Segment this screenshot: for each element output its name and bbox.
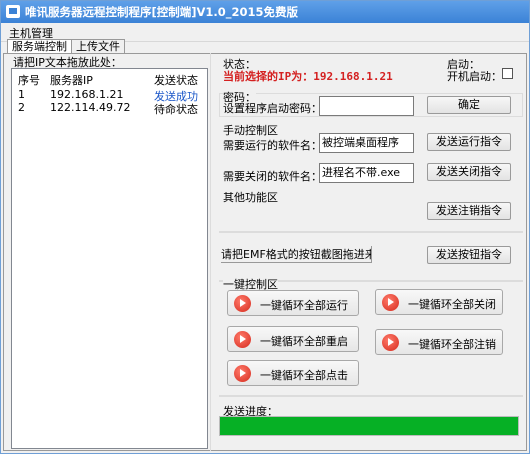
play-icon xyxy=(234,331,251,348)
logout-all-button[interactable]: 一键循环全部注销 xyxy=(375,329,503,355)
send-run-button[interactable]: 发送运行指令 xyxy=(427,133,511,151)
restart-all-button[interactable]: 一键循环全部重启 xyxy=(227,326,359,352)
run-software-input[interactable]: 被控端桌面程序 xyxy=(319,133,414,153)
password-input[interactable] xyxy=(319,96,414,116)
close-all-label: 一键循环全部关闭 xyxy=(408,298,496,311)
progress-fill xyxy=(220,417,518,435)
close-software-label: 需要关闭的软件名： xyxy=(223,170,322,183)
send-logout-button[interactable]: 发送注销指令 xyxy=(427,202,511,220)
click-all-button[interactable]: 一键循环全部点击 xyxy=(227,360,359,386)
send-close-button[interactable]: 发送关闭指令 xyxy=(427,163,511,181)
autostart-checkbox[interactable] xyxy=(502,68,513,79)
tab-upload-file[interactable]: 上传文件 xyxy=(71,39,125,54)
divider xyxy=(219,395,523,397)
other-section-label: 其他功能区 xyxy=(223,191,278,204)
app-icon xyxy=(6,5,20,18)
send-button-command-button[interactable]: 发送按钮指令 xyxy=(427,246,511,264)
run-software-label: 需要运行的软件名： xyxy=(223,139,322,152)
panel-divider xyxy=(210,53,211,451)
run-all-label: 一键循环全部运行 xyxy=(260,299,348,312)
close-software-input[interactable]: 进程名不带.exe xyxy=(319,163,414,183)
autostart-label: 开机启动： xyxy=(447,70,502,83)
row-ip: 192.168.1.21 xyxy=(50,88,124,101)
click-all-label: 一键循环全部点击 xyxy=(260,369,348,382)
title-bar[interactable]: 唯讯服务器远程控制程序[控制端]V1.0_2015免费版 xyxy=(1,1,529,23)
play-icon xyxy=(234,295,251,312)
current-ip-status: 当前选择的IP为：192.168.1.21 xyxy=(223,70,393,83)
play-icon xyxy=(234,365,251,382)
send-progress-bar xyxy=(219,416,519,436)
password-label: 设置程序启动密码： xyxy=(223,102,322,115)
row-index: 2 xyxy=(18,101,25,114)
restart-all-label: 一键循环全部重启 xyxy=(260,335,348,348)
column-header-index[interactable]: 序号 xyxy=(18,72,40,88)
logout-all-label: 一键循环全部注销 xyxy=(408,338,496,351)
play-icon xyxy=(382,294,399,311)
main-window: 唯讯服务器远程控制程序[控制端]V1.0_2015免费版 主机管理 服务端控制 … xyxy=(0,0,530,454)
server-ip-list[interactable]: 序号 服务器IP 发送状态 1 192.168.1.21 发送成功 2 122.… xyxy=(11,68,208,449)
window-title: 唯讯服务器远程控制程序[控制端]V1.0_2015免费版 xyxy=(25,5,299,19)
divider xyxy=(219,231,523,233)
run-all-button[interactable]: 一键循环全部运行 xyxy=(227,290,359,316)
manual-section-label: 手动控制区 xyxy=(223,124,278,137)
column-header-ip[interactable]: 服务器IP xyxy=(50,72,93,88)
emf-drop-zone[interactable]: 请把EMF格式的按钮截图拖进来 xyxy=(221,246,372,263)
confirm-password-button[interactable]: 确定 xyxy=(427,96,511,114)
play-icon xyxy=(382,334,399,351)
column-header-status[interactable]: 发送状态 xyxy=(154,72,198,88)
row-status: 待命状态 xyxy=(154,103,198,116)
close-all-button[interactable]: 一键循环全部关闭 xyxy=(375,289,503,315)
row-index: 1 xyxy=(18,88,25,101)
row-ip: 122.114.49.72 xyxy=(50,101,131,114)
